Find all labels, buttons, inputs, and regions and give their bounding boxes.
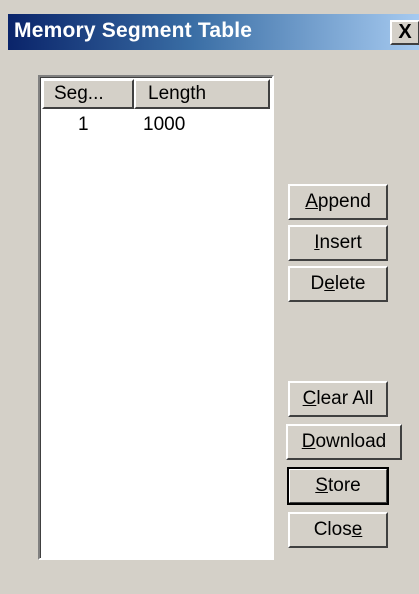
table-row[interactable]: 1 1000 (42, 112, 270, 138)
close-button[interactable]: Close (288, 512, 388, 548)
column-header-segment[interactable]: Seg... (42, 79, 134, 109)
segment-cell: 1 (78, 114, 89, 135)
store-button[interactable]: Store (287, 467, 389, 505)
window-title: Memory Segment Table (14, 19, 253, 42)
memory-segment-table-dialog: Memory Segment Table X Seg... Length 1 1… (0, 0, 419, 594)
download-button[interactable]: Download (286, 424, 402, 460)
clear-all-button[interactable]: Clear All (288, 381, 388, 417)
segment-list[interactable]: Seg... Length 1 1000 (38, 75, 274, 560)
length-cell: 1000 (143, 114, 186, 135)
insert-button[interactable]: Insert (288, 225, 388, 261)
append-button[interactable]: Append (288, 184, 388, 220)
delete-button[interactable]: Delete (288, 266, 388, 302)
title-bar[interactable]: Memory Segment Table X (8, 14, 419, 50)
close-icon[interactable]: X (390, 20, 419, 45)
column-header-length[interactable]: Length (134, 79, 270, 109)
